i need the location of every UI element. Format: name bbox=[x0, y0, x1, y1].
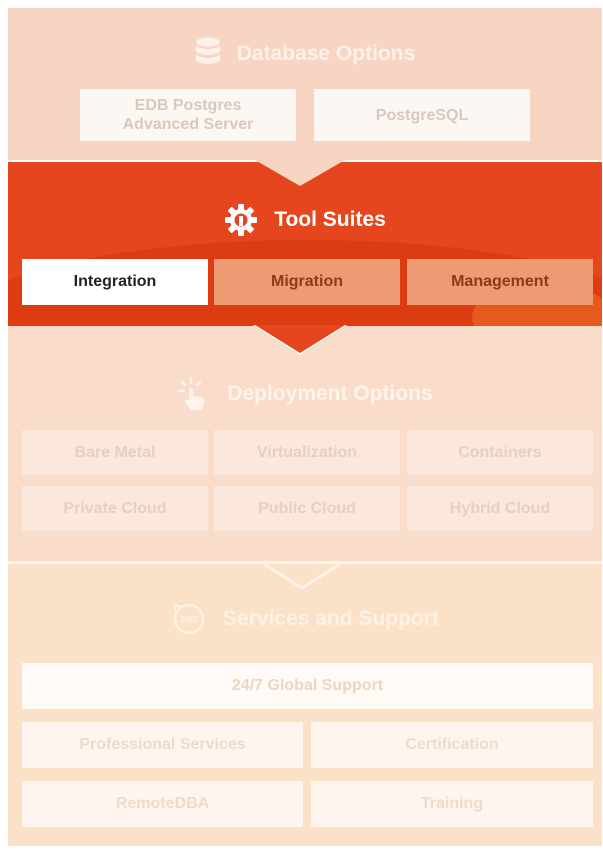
service-item-label: 24/7 Global Support bbox=[231, 677, 384, 694]
postgresql-label: PostgreSQL bbox=[375, 106, 469, 124]
deployment-option[interactable]: Hybrid Cloud bbox=[407, 486, 593, 531]
service-item-label: RemoteDBA bbox=[115, 795, 210, 812]
database-arrow bbox=[255, 160, 345, 186]
migration-label: Migration bbox=[271, 273, 343, 290]
section-title: Tool Suites bbox=[274, 208, 386, 231]
tool-suite-integration[interactable]: Integration bbox=[22, 259, 208, 305]
gear-icon bbox=[225, 204, 258, 236]
edb-postgres-line-1: EDB Postgres bbox=[134, 97, 242, 114]
service-item[interactable]: Professional Services bbox=[22, 722, 303, 768]
section-title: Database Options bbox=[236, 42, 416, 65]
tool-suites-header: Tool Suites bbox=[8, 198, 602, 242]
service-item-label: Training bbox=[420, 795, 484, 812]
deployment-option[interactable]: Private Cloud bbox=[22, 486, 208, 531]
edb-postgres-line-2: Advanced Server bbox=[122, 116, 254, 133]
service-item-label: Professional Services bbox=[79, 736, 246, 753]
services-support-header: 24/7 Services and Support bbox=[8, 598, 602, 640]
service-item[interactable]: Certification bbox=[311, 722, 593, 768]
deployment-option[interactable]: Virtualization bbox=[214, 430, 400, 475]
service-item[interactable]: Training bbox=[311, 781, 593, 827]
deployment-option-label: Hybrid Cloud bbox=[449, 499, 551, 517]
deployment-option[interactable]: Bare Metal bbox=[22, 430, 208, 475]
service-item[interactable]: RemoteDBA bbox=[22, 781, 303, 827]
database-option-postgresql[interactable]: PostgreSQL bbox=[314, 89, 530, 141]
deployment-option-label: Private Cloud bbox=[63, 499, 167, 517]
deployment-option[interactable]: Containers bbox=[407, 430, 593, 475]
deployment-option[interactable]: Public Cloud bbox=[214, 486, 400, 531]
management-label: Management bbox=[451, 273, 549, 290]
tool-suite-management[interactable]: Management bbox=[407, 259, 593, 305]
deployment-option-label: Bare Metal bbox=[74, 443, 156, 461]
deployment-option-label: Containers bbox=[458, 443, 542, 461]
clock-24-7-icon: 24/7 bbox=[173, 603, 205, 635]
database-options-header: Database Options bbox=[8, 34, 602, 74]
deployment-option-label: Virtualization bbox=[256, 443, 358, 461]
database-option-edb-postgres[interactable]: EDB Postgres Advanced Server bbox=[80, 89, 296, 141]
section-title: Deployment Options bbox=[227, 382, 433, 405]
deployment-option-label: Public Cloud bbox=[258, 499, 356, 517]
integration-label: Integration bbox=[73, 273, 157, 290]
deployment-options-header: Deployment Options bbox=[8, 374, 602, 414]
database-icon bbox=[195, 37, 220, 64]
section-title: Services and Support bbox=[223, 607, 439, 630]
service-item-label: Certification bbox=[405, 736, 499, 753]
clock-24-7-label: 24/7 bbox=[180, 615, 198, 625]
tap-hand-icon bbox=[178, 376, 205, 410]
tool-suite-migration[interactable]: Migration bbox=[214, 259, 400, 305]
tool-suites-arrow bbox=[255, 325, 345, 353]
service-item[interactable]: 24/7 Global Support bbox=[22, 663, 593, 709]
chevron-down-icon bbox=[263, 562, 341, 590]
